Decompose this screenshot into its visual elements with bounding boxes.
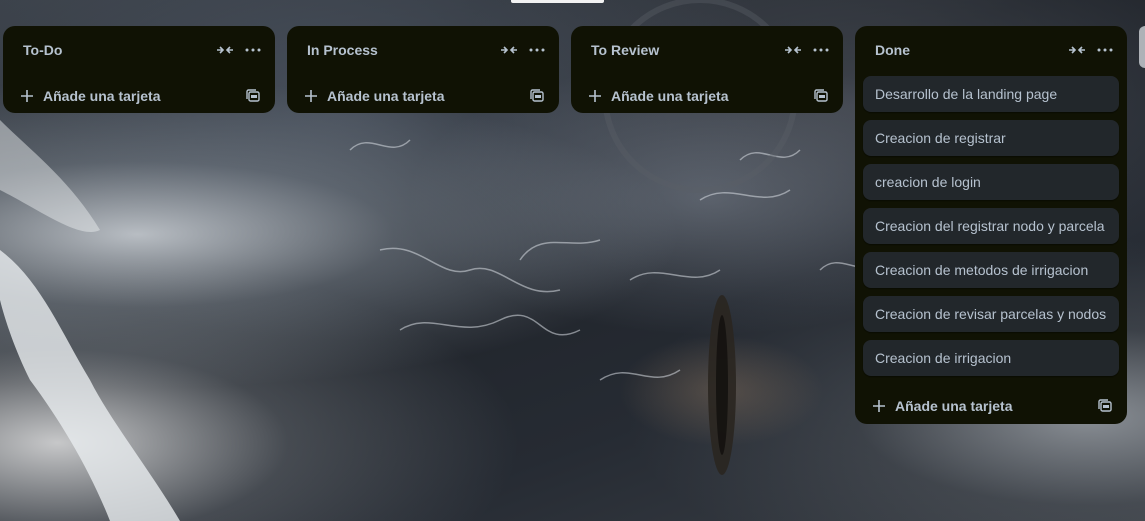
- plus-icon: [587, 88, 603, 104]
- card-template-icon[interactable]: [523, 82, 551, 110]
- add-card-label: Añade una tarjeta: [895, 398, 1013, 414]
- plus-icon: [19, 88, 35, 104]
- add-card-label: Añade una tarjeta: [327, 88, 445, 104]
- add-card-label: Añade una tarjeta: [43, 88, 161, 104]
- list-header: Done: [855, 26, 1127, 74]
- card-list: Desarrollo de la landing page Creacion d…: [855, 74, 1127, 376]
- list-title[interactable]: Done: [875, 42, 1063, 58]
- more-horizontal-icon[interactable]: [1091, 36, 1119, 64]
- card-template-icon[interactable]: [1091, 392, 1119, 420]
- list-footer: Añade una tarjeta: [287, 74, 559, 118]
- add-card-button[interactable]: Añade una tarjeta: [19, 88, 239, 104]
- more-horizontal-icon[interactable]: [523, 36, 551, 64]
- add-card-button[interactable]: Añade una tarjeta: [587, 88, 807, 104]
- collapse-arrows-icon[interactable]: [211, 36, 239, 64]
- list-header: In Process: [287, 26, 559, 74]
- next-list-edge: [1139, 26, 1145, 68]
- collapse-arrows-icon[interactable]: [1063, 36, 1091, 64]
- card[interactable]: Creacion de registrar: [863, 120, 1119, 156]
- window-top-handle: [511, 0, 604, 3]
- list-title[interactable]: To-Do: [23, 42, 211, 58]
- add-card-button[interactable]: Añade una tarjeta: [871, 398, 1091, 414]
- more-horizontal-icon[interactable]: [807, 36, 835, 64]
- plus-icon: [303, 88, 319, 104]
- board-canvas: To-Do Añade una tarjeta In Process Añade…: [0, 0, 1145, 521]
- list-footer: Añade una tarjeta: [571, 74, 843, 118]
- card[interactable]: Creacion de revisar parcelas y nodos: [863, 296, 1119, 332]
- card[interactable]: Creacion del registrar nodo y parcela: [863, 208, 1119, 244]
- list-todo: To-Do Añade una tarjeta: [3, 26, 275, 113]
- plus-icon: [871, 398, 887, 414]
- card[interactable]: Creacion de metodos de irrigacion: [863, 252, 1119, 288]
- list-to-review: To Review Añade una tarjeta: [571, 26, 843, 113]
- list-header: To-Do: [3, 26, 275, 74]
- more-horizontal-icon[interactable]: [239, 36, 267, 64]
- list-footer: Añade una tarjeta: [855, 384, 1127, 428]
- list-title[interactable]: In Process: [307, 42, 495, 58]
- collapse-arrows-icon[interactable]: [495, 36, 523, 64]
- card[interactable]: Desarrollo de la landing page: [863, 76, 1119, 112]
- list-title[interactable]: To Review: [591, 42, 779, 58]
- list-footer: Añade una tarjeta: [3, 74, 275, 118]
- collapse-arrows-icon[interactable]: [779, 36, 807, 64]
- add-card-button[interactable]: Añade una tarjeta: [303, 88, 523, 104]
- card[interactable]: Creacion de irrigacion: [863, 340, 1119, 376]
- list-in-process: In Process Añade una tarjeta: [287, 26, 559, 113]
- list-header: To Review: [571, 26, 843, 74]
- list-done: Done Desarrollo de la landing page Creac…: [855, 26, 1127, 424]
- add-card-label: Añade una tarjeta: [611, 88, 729, 104]
- card-template-icon[interactable]: [807, 82, 835, 110]
- card[interactable]: creacion de login: [863, 164, 1119, 200]
- card-template-icon[interactable]: [239, 82, 267, 110]
